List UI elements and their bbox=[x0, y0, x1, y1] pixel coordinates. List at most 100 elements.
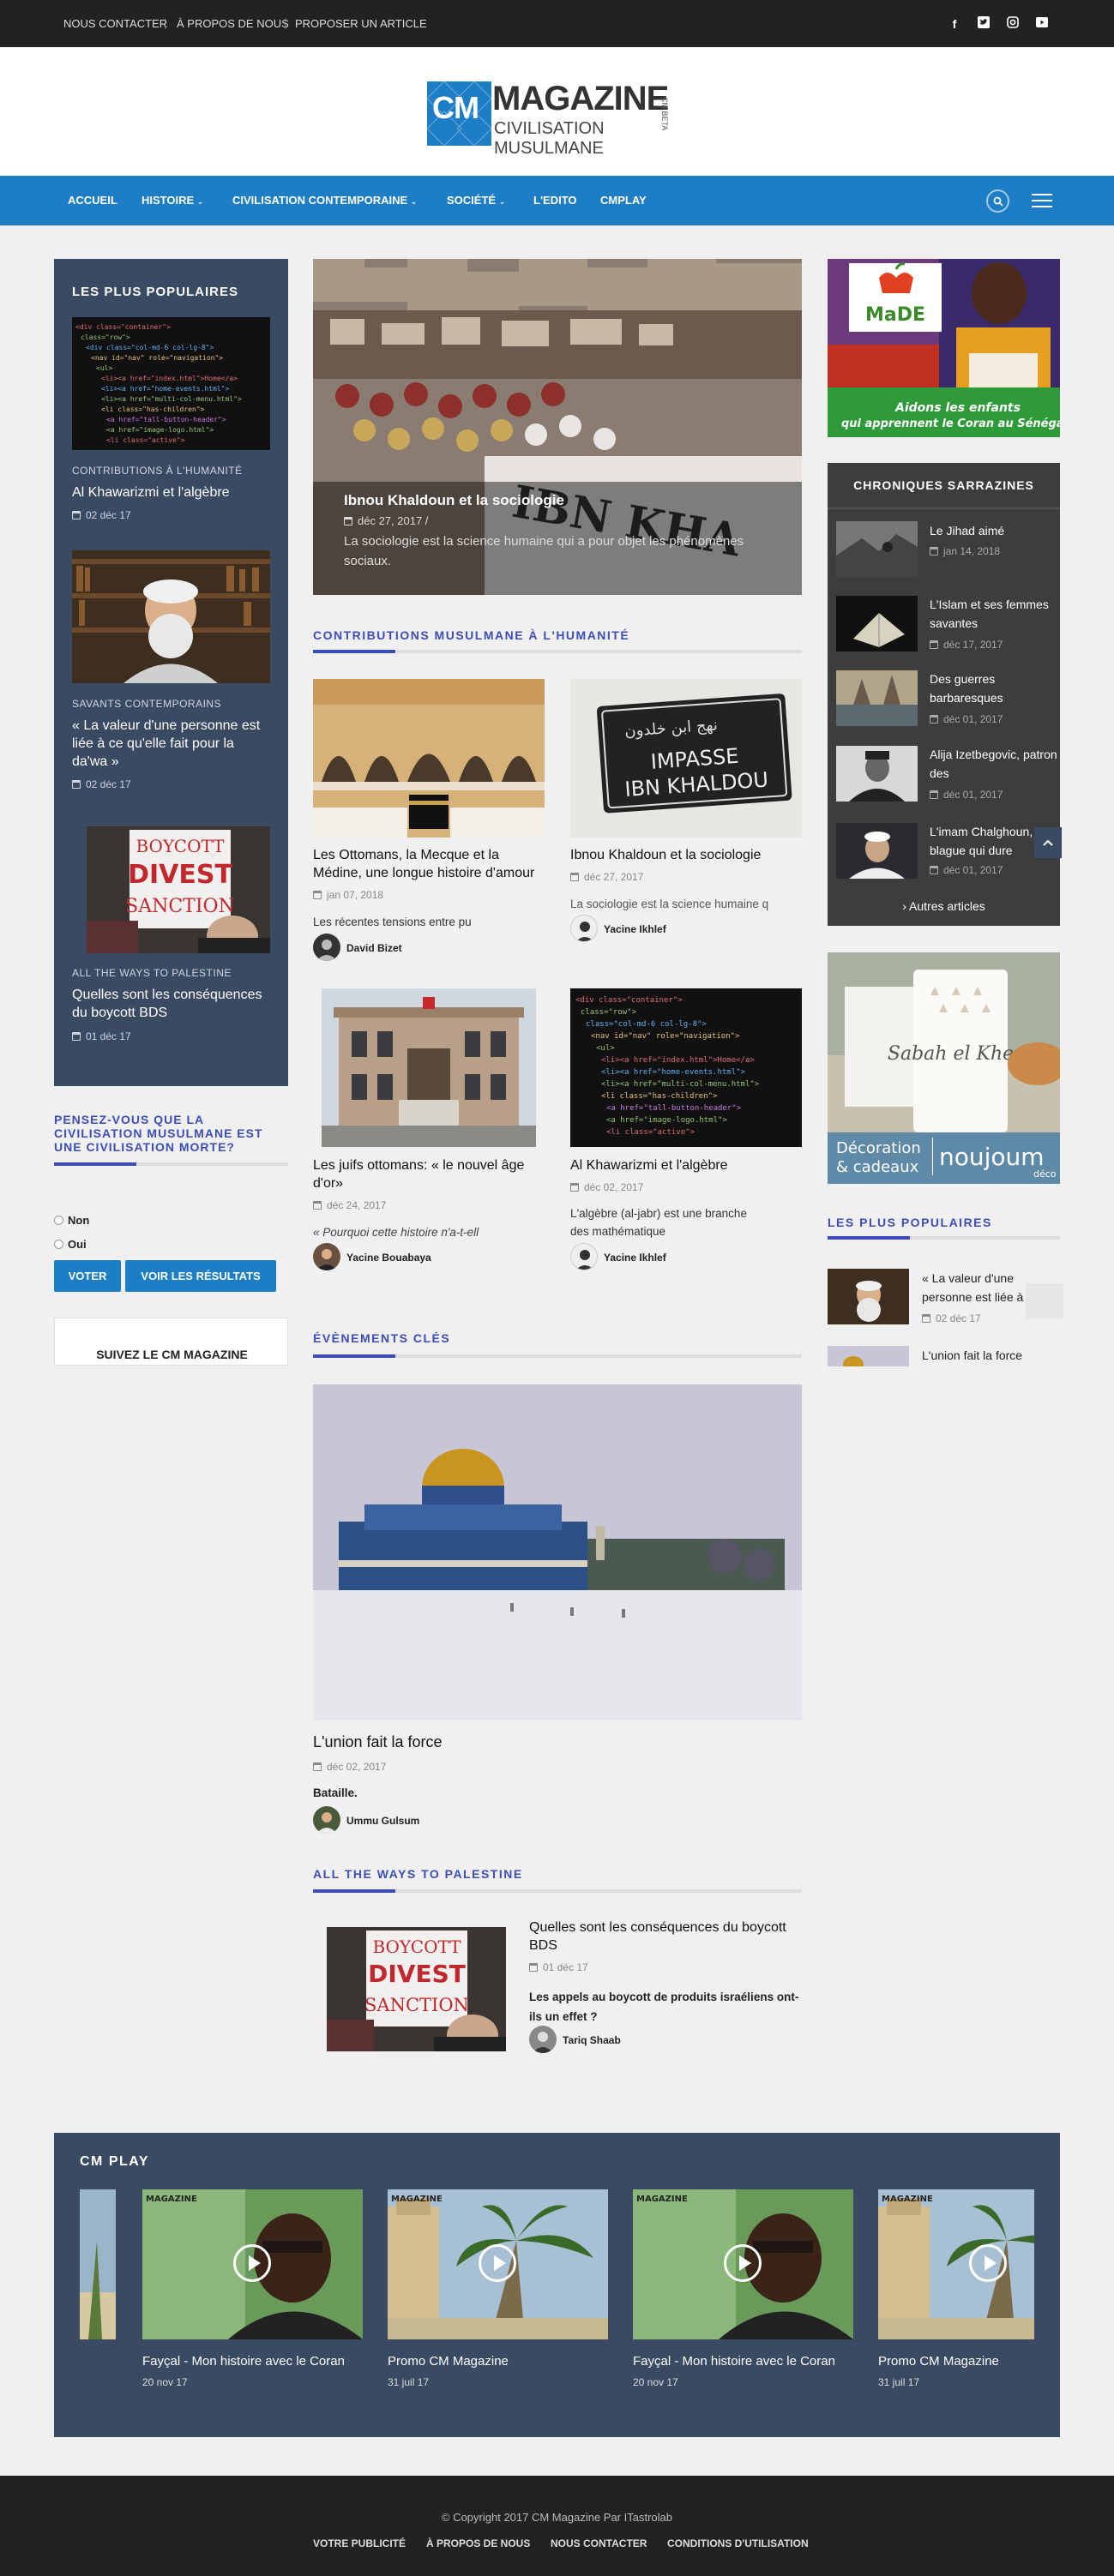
video-title[interactable]: Fayçal - Mon histoire avec le Coran bbox=[633, 2354, 835, 2369]
footer-link-contact[interactable]: NOUS CONTACTER bbox=[551, 2537, 647, 2549]
chronique-image[interactable] bbox=[836, 521, 918, 577]
palestine-author[interactable]: Tariq Shaab bbox=[563, 2034, 621, 2046]
card-author[interactable]: Yacine Ikhlef bbox=[604, 1252, 666, 1264]
date-text: déc 27, 2017 / bbox=[358, 514, 429, 527]
youtube-icon[interactable] bbox=[1034, 16, 1050, 32]
contact-link[interactable]: NOUS CONTACTER bbox=[63, 17, 167, 30]
article-image[interactable]: BOYCOTT DIVEST SANCTION bbox=[87, 826, 270, 953]
video-title[interactable]: Promo CM Magazine bbox=[388, 2354, 509, 2369]
calendar-icon bbox=[313, 1201, 322, 1210]
search-icon[interactable] bbox=[986, 189, 1009, 213]
scroll-handle[interactable] bbox=[1026, 1283, 1063, 1319]
article-image[interactable] bbox=[72, 550, 270, 683]
popular-image[interactable] bbox=[828, 1269, 909, 1324]
video-thumbnail[interactable]: MAGAZINE bbox=[633, 2189, 853, 2339]
view-results-button[interactable]: VOIR LES RÉSULTATS bbox=[125, 1260, 276, 1292]
svg-text:<li class="has-children">: <li class="has-children"> bbox=[101, 405, 205, 413]
footer-link-advertising[interactable]: VOTRE PUBLICITÉ bbox=[313, 2537, 406, 2549]
chronique-title[interactable]: Des guerres barbaresques bbox=[930, 670, 1058, 707]
sign-word: SANCTION bbox=[364, 1995, 469, 2015]
chronique-image[interactable] bbox=[836, 746, 918, 802]
hero-article[interactable]: IBN KHA Ibnou Khaldoun et la sociologie … bbox=[313, 259, 802, 595]
article-title[interactable]: Al Khawarizmi et l'algèbre bbox=[72, 483, 270, 501]
video-thumbnail[interactable] bbox=[80, 2189, 116, 2339]
card-author[interactable]: Yacine Ikhlef bbox=[604, 923, 666, 935]
card-title[interactable]: Ibnou Khaldoun et la sociologie bbox=[570, 846, 802, 864]
chronique-title[interactable]: Le Jihad aimé bbox=[930, 521, 1058, 540]
popular-title[interactable]: L'union fait la force bbox=[922, 1346, 1042, 1365]
nav-civilisation[interactable]: CIVILISATION CONTEMPORAINE ⌄ bbox=[232, 194, 417, 207]
nav-histoire[interactable]: HISTOIRE ⌄ bbox=[142, 194, 203, 207]
card-image[interactable] bbox=[322, 988, 536, 1147]
more-articles-link[interactable]: › Autres articles bbox=[828, 899, 1060, 913]
hero-title[interactable]: Ibnou Khaldoun et la sociologie bbox=[344, 492, 564, 509]
nav-societe[interactable]: SOCIÉTÉ ⌄ bbox=[447, 194, 505, 207]
avatar bbox=[313, 934, 340, 961]
facebook-icon[interactable]: f bbox=[947, 16, 962, 32]
play-icon[interactable] bbox=[969, 2244, 1007, 2282]
play-icon[interactable] bbox=[479, 2244, 516, 2282]
instagram-icon[interactable] bbox=[1005, 16, 1021, 32]
card-title[interactable]: Les Ottomans, la Mecque et la Médine, un… bbox=[313, 846, 545, 882]
about-link[interactable]: À PROPOS DE NOUS bbox=[177, 17, 289, 30]
radio-icon[interactable] bbox=[54, 1216, 63, 1225]
nav-cmplay[interactable]: CMPLAY bbox=[600, 194, 647, 207]
svg-text:class="row">: class="row"> bbox=[81, 333, 130, 341]
event-author[interactable]: Ummu Gulsum bbox=[346, 1815, 419, 1827]
chronique-image[interactable] bbox=[836, 596, 918, 652]
card-title[interactable]: Al Khawarizmi et l'algèbre bbox=[570, 1156, 802, 1174]
video-thumbnail[interactable]: MAGAZINE bbox=[142, 2189, 363, 2339]
event-title[interactable]: L'union fait la force bbox=[313, 1733, 443, 1751]
event-image[interactable] bbox=[313, 1384, 802, 1720]
article-title[interactable]: Quelles sont les conséquences du boycott… bbox=[72, 986, 270, 1022]
ad-banner-noujoum[interactable]: Sabah el Kheyr Décoration & cadeaux nouj… bbox=[828, 952, 1060, 1184]
ad-banner-made[interactable]: MaDE Aidons les enfants qui apprennent l… bbox=[828, 259, 1060, 437]
video-thumbnail[interactable]: MAGAZINE bbox=[878, 2189, 1034, 2339]
radio-icon[interactable] bbox=[54, 1240, 63, 1249]
article-category[interactable]: CONTRIBUTIONS À L'HUMANITÉ bbox=[72, 465, 243, 477]
play-icon[interactable] bbox=[233, 2244, 271, 2282]
chronique-title[interactable]: Alija Izetbegovic, patron des bbox=[930, 745, 1058, 783]
chronique-image[interactable] bbox=[836, 670, 918, 726]
nav-edito[interactable]: L'EDITO bbox=[533, 194, 577, 207]
chronique-title[interactable]: L'Islam et ses femmes savantes bbox=[930, 595, 1058, 633]
site-logo[interactable]: CM MAGAZINE CM BETA CIVILISATION MUSULMA… bbox=[427, 80, 687, 158]
article-title[interactable]: « La valeur d'une personne est liée à ce… bbox=[72, 717, 270, 771]
card-author[interactable]: David Bizet bbox=[346, 942, 402, 954]
palestine-title[interactable]: Quelles sont les conséquences du boycott… bbox=[529, 1918, 802, 1955]
play-icon[interactable] bbox=[724, 2244, 762, 2282]
video-title[interactable]: Promo CM Magazine bbox=[878, 2354, 999, 2369]
submit-article-link[interactable]: PROPOSER UN ARTICLE bbox=[295, 17, 427, 30]
popular-title[interactable]: « La valeur d'une personne est liée à ce bbox=[922, 1269, 1042, 1306]
card-date: déc 24, 2017 bbox=[313, 1199, 386, 1211]
section-underline bbox=[313, 1354, 802, 1358]
twitter-icon[interactable] bbox=[976, 16, 991, 32]
popular-image[interactable] bbox=[828, 1346, 909, 1366]
chronique-date: déc 01, 2017 bbox=[930, 789, 1003, 801]
menu-icon[interactable] bbox=[1032, 193, 1052, 208]
nav-accueil[interactable]: ACCUEIL bbox=[68, 194, 117, 207]
chevron-up-icon[interactable] bbox=[1034, 827, 1062, 858]
article-category[interactable]: ALL THE WAYS TO PALESTINE bbox=[72, 967, 232, 979]
card-title[interactable]: Les juifs ottomans: « le nouvel âge d'or… bbox=[313, 1156, 545, 1192]
poll-option-oui[interactable]: Oui bbox=[54, 1238, 87, 1251]
card-image[interactable]: نهج ابن خلدون IMPASSE IBN KHALDOU bbox=[570, 679, 802, 838]
palestine-image[interactable]: BOYCOTT DIVEST SANCTION bbox=[327, 1927, 506, 2051]
video-title[interactable]: Fayçal - Mon histoire avec le Coran bbox=[142, 2354, 345, 2369]
video-thumbnail[interactable]: MAGAZINE bbox=[388, 2189, 608, 2339]
vote-button[interactable]: VOTER bbox=[54, 1260, 121, 1292]
poll-option-non[interactable]: Non bbox=[54, 1214, 89, 1227]
footer-link-terms[interactable]: CONDITIONS D'UTILISATION bbox=[667, 2537, 809, 2549]
article-category[interactable]: SAVANTS CONTEMPORAINS bbox=[72, 698, 221, 710]
follow-widget: SUIVEZ LE CM MAGAZINE bbox=[54, 1318, 288, 1366]
svg-text:<li class="active">: <li class="active"> bbox=[606, 1128, 695, 1137]
section-underline bbox=[828, 1236, 1060, 1240]
card-author[interactable]: Yacine Bouabaya bbox=[346, 1252, 431, 1264]
date-text: déc 02, 2017 bbox=[584, 1181, 644, 1193]
card-image[interactable]: <div class="container"> class="row"> cla… bbox=[570, 988, 802, 1147]
chronique-image[interactable] bbox=[836, 823, 918, 879]
article-date: 02 déc 17 bbox=[72, 778, 131, 790]
footer-link-about[interactable]: À PROPOS DE NOUS bbox=[426, 2537, 530, 2549]
article-image[interactable]: <div class="container"> class="row"> <di… bbox=[72, 317, 270, 450]
card-image[interactable] bbox=[313, 679, 545, 838]
